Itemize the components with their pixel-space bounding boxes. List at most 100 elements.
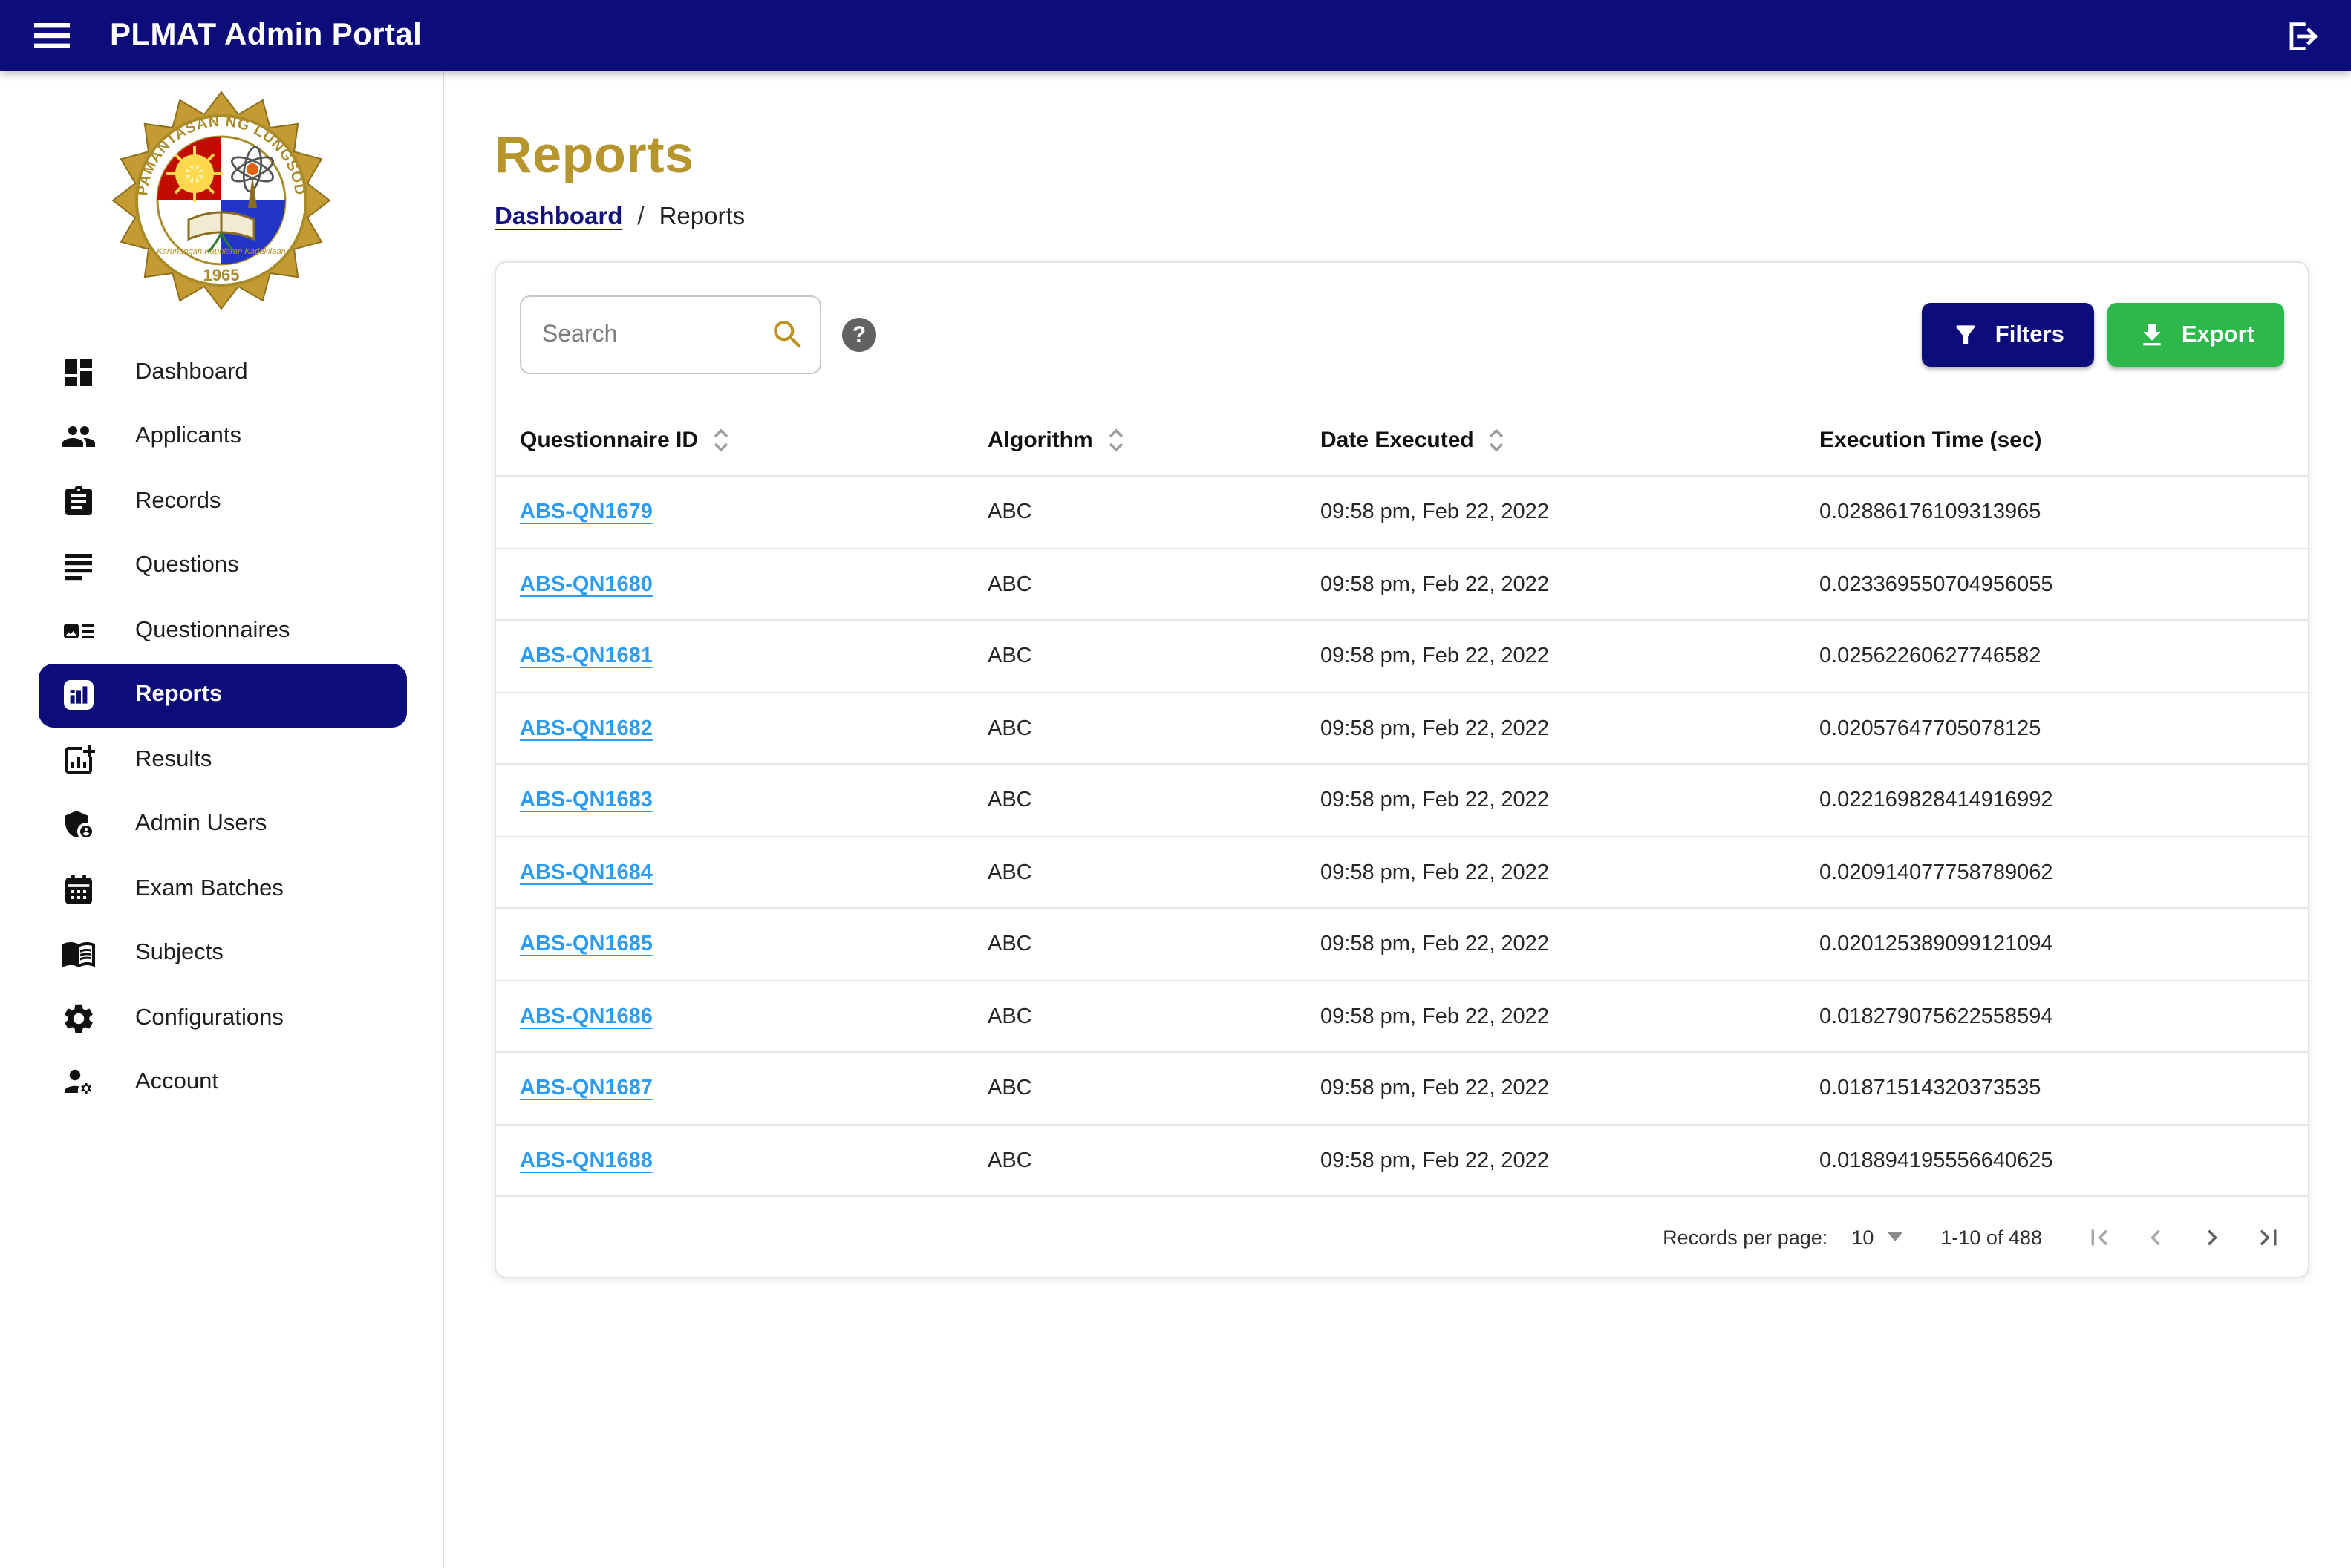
table-row: ABS-QN1684 ABC 09:58 pm, Feb 22, 2022 0.… [496, 836, 2308, 908]
algorithm-cell: ABC [988, 572, 1320, 596]
seal-year-text: 1965 [203, 266, 240, 284]
filter-funnel-icon [1952, 321, 1980, 350]
sidebar-item-label: Configurations [135, 1005, 284, 1032]
previous-page-icon[interactable] [2140, 1222, 2171, 1253]
sidebar-item-results[interactable]: Results [39, 728, 407, 792]
time-cell: 0.018894195556640625 [1819, 1149, 2284, 1172]
help-icon[interactable]: ? [842, 318, 876, 353]
reports-table: Questionnaire ID Algorithm Date Executed [496, 405, 2308, 1278]
sidebar-item-reports[interactable]: Reports [39, 663, 407, 728]
sidebar-item-exam-batches[interactable]: Exam Batches [39, 857, 407, 921]
date-cell: 09:58 pm, Feb 22, 2022 [1320, 644, 1819, 668]
dashboard-icon [61, 355, 97, 391]
sidebar-item-dashboard[interactable]: Dashboard [39, 340, 407, 405]
sidebar-item-applicants[interactable]: Applicants [39, 405, 407, 469]
first-page-icon[interactable] [2084, 1222, 2115, 1253]
calendar-icon [61, 872, 97, 907]
sidebar-item-label: Account [135, 1070, 218, 1097]
sort-icon [1487, 426, 1507, 454]
table-row: ABS-QN1680 ABC 09:58 pm, Feb 22, 2022 0.… [496, 548, 2308, 620]
time-cell: 0.020914077758789062 [1819, 860, 2284, 884]
questionnaire-link[interactable]: ABS-QN1684 [520, 860, 653, 884]
questionnaire-link[interactable]: ABS-QN1688 [520, 1149, 653, 1172]
breadcrumb-separator: / [637, 204, 644, 232]
sidebar-item-label: Reports [135, 682, 222, 709]
time-cell: 0.018279075622558594 [1819, 1004, 2284, 1028]
table-row: ABS-QN1679 ABC 09:58 pm, Feb 22, 2022 0.… [496, 476, 2308, 548]
time-cell: 0.02562260627746582 [1819, 644, 2284, 668]
sidebar-item-account[interactable]: Account [39, 1051, 407, 1115]
questionnaire-link[interactable]: ABS-QN1681 [520, 644, 653, 668]
column-header-label: Execution Time (sec) [1819, 428, 2042, 453]
time-cell: 0.02886176109313965 [1819, 500, 2284, 524]
date-cell: 09:58 pm, Feb 22, 2022 [1320, 1004, 1819, 1028]
sidebar-item-configurations[interactable]: Configurations [39, 986, 407, 1051]
sidebar-item-label: Subjects [135, 941, 224, 967]
logout-icon[interactable] [2278, 13, 2324, 59]
app-window: PLMAT Admin Portal [0, 0, 2351, 1568]
filters-button[interactable]: Filters [1923, 304, 2094, 368]
gear-icon [61, 1001, 97, 1036]
column-header-label: Algorithm [988, 428, 1093, 453]
questionnaire-link[interactable]: ABS-QN1679 [520, 500, 653, 524]
date-cell: 09:58 pm, Feb 22, 2022 [1320, 1077, 1819, 1100]
sidebar-item-label: Results [135, 747, 212, 774]
pager-controls [2084, 1222, 2284, 1253]
main-content: Reports Dashboard / Reports ? [444, 71, 2351, 1568]
seal-motto-text: Karunungan Kaunlaran Kadakilaan [157, 247, 286, 256]
open-book-icon [61, 936, 97, 972]
sidebar-item-label: Admin Users [135, 811, 267, 838]
sidebar-item-records[interactable]: Records [39, 469, 407, 534]
time-cell: 0.023369550704956055 [1819, 572, 2284, 596]
sidebar-item-admin-users[interactable]: Admin Users [39, 792, 407, 857]
algorithm-cell: ABC [988, 500, 1320, 524]
questionnaire-link[interactable]: ABS-QN1687 [520, 1077, 653, 1100]
export-button[interactable]: Export [2107, 304, 2284, 368]
date-cell: 09:58 pm, Feb 22, 2022 [1320, 788, 1819, 812]
questionnaire-link[interactable]: ABS-QN1682 [520, 716, 653, 740]
table-header-row: Questionnaire ID Algorithm Date Executed [496, 405, 2308, 476]
table-row: ABS-QN1688 ABC 09:58 pm, Feb 22, 2022 0.… [496, 1124, 2308, 1196]
caret-down-icon [1887, 1233, 1902, 1242]
breadcrumb-current: Reports [659, 204, 746, 232]
questionnaire-link[interactable]: ABS-QN1680 [520, 572, 653, 596]
last-page-icon[interactable] [2253, 1222, 2284, 1253]
top-app-bar: PLMAT Admin Portal [0, 0, 2351, 71]
download-icon [2137, 321, 2167, 350]
table-row: ABS-QN1687 ABC 09:58 pm, Feb 22, 2022 0.… [496, 1052, 2308, 1124]
sidebar-item-questionnaires[interactable]: Questionnaires [39, 598, 407, 663]
algorithm-cell: ABC [988, 860, 1320, 884]
table-row: ABS-QN1683 ABC 09:58 pm, Feb 22, 2022 0.… [496, 764, 2308, 836]
export-button-label: Export [2182, 322, 2254, 349]
plm-seal-logo: PAMANTASAN NG LUNGSOD NG MAYNILA Karunun… [110, 89, 333, 312]
sidebar-item-label: Records [135, 489, 221, 515]
column-header-algorithm[interactable]: Algorithm [988, 426, 1320, 454]
date-cell: 09:58 pm, Feb 22, 2022 [1320, 500, 1819, 524]
column-header-questionnaire-id[interactable]: Questionnaire ID [520, 426, 988, 454]
records-per-page-select[interactable]: 10 [1851, 1226, 1902, 1249]
table-pagination: Records per page: 10 1-10 of 488 [496, 1196, 2308, 1278]
table-row: ABS-QN1685 ABC 09:58 pm, Feb 22, 2022 0.… [496, 908, 2308, 980]
time-cell: 0.01871514320373535 [1819, 1077, 2284, 1100]
records-per-page-label: Records per page: [1663, 1226, 1827, 1249]
next-page-icon[interactable] [2197, 1222, 2228, 1253]
algorithm-cell: ABC [988, 788, 1320, 812]
questionnaire-link[interactable]: ABS-QN1683 [520, 788, 653, 812]
questionnaire-link[interactable]: ABS-QN1686 [520, 1004, 653, 1028]
shield-person-icon [61, 807, 97, 843]
menu-icon[interactable] [27, 13, 77, 58]
breadcrumb: Dashboard / Reports [495, 204, 2351, 232]
records-per-page-value: 10 [1851, 1226, 1874, 1249]
notes-icon [61, 549, 97, 584]
table-row: ABS-QN1686 ABC 09:58 pm, Feb 22, 2022 0.… [496, 980, 2308, 1052]
column-header-date-executed[interactable]: Date Executed [1320, 426, 1819, 454]
breadcrumb-dashboard-link[interactable]: Dashboard [495, 204, 622, 232]
date-cell: 09:58 pm, Feb 22, 2022 [1320, 1149, 1819, 1172]
sidebar-item-label: Dashboard [135, 359, 248, 386]
questionnaire-link[interactable]: ABS-QN1685 [520, 932, 653, 956]
algorithm-cell: ABC [988, 644, 1320, 668]
column-header-execution-time: Execution Time (sec) [1819, 428, 2284, 453]
table-row: ABS-QN1681 ABC 09:58 pm, Feb 22, 2022 0.… [496, 620, 2308, 692]
sidebar-item-questions[interactable]: Questions [39, 534, 407, 598]
sidebar-item-subjects[interactable]: Subjects [39, 921, 407, 986]
